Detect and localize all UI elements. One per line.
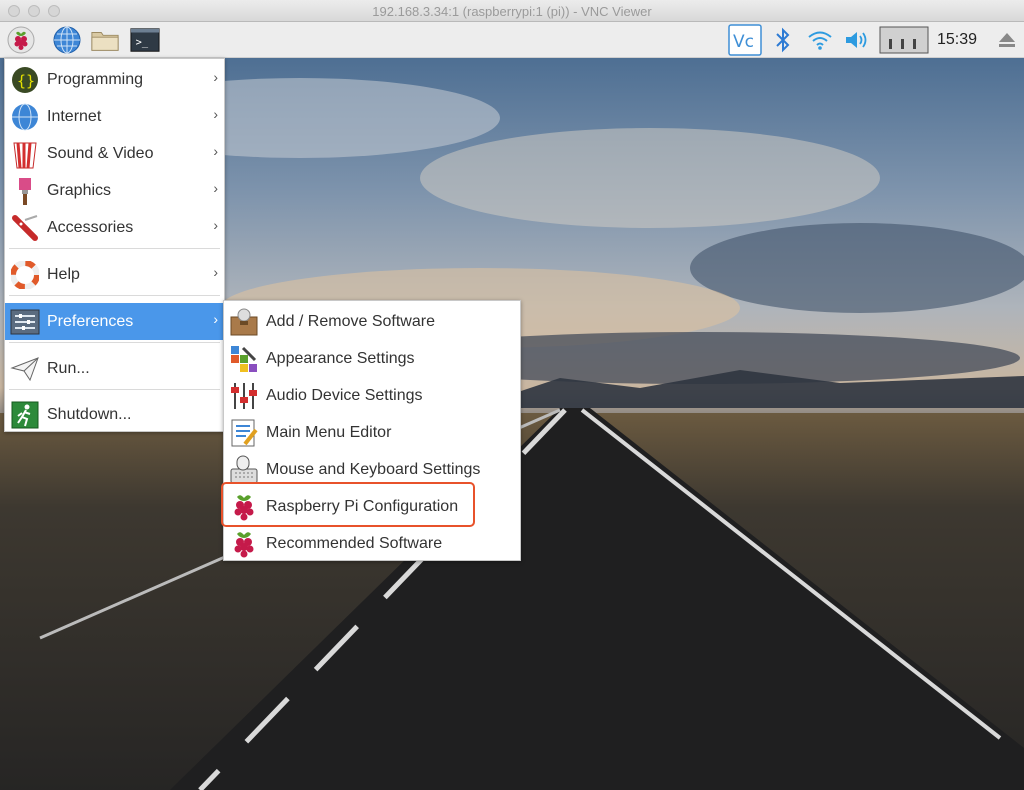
- menu-separator: [9, 389, 220, 390]
- programming-icon: {}: [9, 64, 41, 96]
- chevron-right-icon: ›: [213, 180, 218, 196]
- cpu-monitor[interactable]: [879, 25, 929, 55]
- raspberry-menu-button[interactable]: [6, 25, 36, 55]
- raspberry-icon: [228, 528, 260, 560]
- popcorn-icon: [9, 138, 41, 170]
- menu-item-label: Programming: [47, 70, 144, 88]
- clock[interactable]: 15:39: [937, 31, 977, 49]
- vnc-server-tray[interactable]: Vc: [728, 24, 762, 56]
- menu-item-shutdown[interactable]: Shutdown...: [5, 396, 224, 433]
- annotation-highlight-box: [221, 482, 475, 527]
- bluetooth-icon: [776, 27, 790, 53]
- menu-item-label: Mouse and Keyboard Settings: [266, 460, 481, 478]
- wifi-icon: [808, 31, 832, 50]
- terminal-icon: >_: [130, 28, 160, 52]
- globe-icon: [9, 101, 41, 133]
- bluetooth-tray[interactable]: [768, 25, 798, 55]
- menu-item-label: Graphics: [47, 181, 112, 199]
- paper-plane-icon: [9, 353, 41, 385]
- menu-separator: [9, 248, 220, 249]
- appearance-icon: [228, 343, 260, 375]
- menu-item-label: Accessories: [47, 218, 134, 236]
- folder-icon: [91, 32, 119, 51]
- menu-item-label: Add / Remove Software: [266, 312, 435, 330]
- menu-item-preferences[interactable]: Preferences ›: [5, 303, 224, 340]
- globe-icon: [53, 26, 81, 54]
- menu-separator: [9, 295, 220, 296]
- file-manager-launcher[interactable]: [90, 25, 120, 55]
- menu-item-label: Main Menu Editor: [266, 423, 392, 441]
- menu-item-label: Run...: [47, 359, 90, 377]
- menu-item-label: Help: [47, 265, 80, 283]
- menu-item-label: Shutdown...: [47, 405, 132, 423]
- menu-item-label: Preferences: [47, 312, 134, 330]
- chevron-right-icon: ›: [213, 311, 218, 327]
- chevron-right-icon: ›: [213, 143, 218, 159]
- mixer-icon: [228, 380, 260, 412]
- package-icon: [228, 306, 260, 338]
- terminal-launcher[interactable]: >_: [130, 25, 160, 55]
- svg-text:Vc: Vc: [733, 32, 754, 52]
- menu-item-label: Recommended Software: [266, 534, 443, 552]
- window-titlebar: 192.168.3.34:1 (raspberrypi:1 (pi)) - VN…: [0, 0, 1024, 22]
- chevron-right-icon: ›: [213, 217, 218, 233]
- paintbrush-icon: [9, 175, 41, 207]
- menu-item-main-menu-editor[interactable]: Main Menu Editor: [224, 414, 520, 451]
- svg-text:{}: {}: [17, 72, 35, 90]
- menu-item-label: Appearance Settings: [266, 349, 415, 367]
- menu-item-internet[interactable]: Internet ›: [5, 98, 224, 135]
- svg-text:>_: >_: [136, 37, 149, 49]
- web-browser-launcher[interactable]: [52, 25, 82, 55]
- menu-item-accessories[interactable]: Accessories ›: [5, 209, 224, 246]
- menu-item-add-remove-software[interactable]: Add / Remove Software: [224, 303, 520, 340]
- menu-item-recommended-software[interactable]: Recommended Software: [224, 525, 520, 562]
- chevron-right-icon: ›: [213, 264, 218, 280]
- menu-item-appearance-settings[interactable]: Appearance Settings: [224, 340, 520, 377]
- eject-tray[interactable]: [992, 25, 1022, 55]
- menu-item-label: Internet: [47, 107, 102, 125]
- volume-icon: [846, 32, 867, 48]
- taskbar: >_ Vc 15:39: [0, 22, 1024, 58]
- menu-editor-icon: [228, 417, 260, 449]
- cpu-monitor-icon: [879, 26, 929, 54]
- lifebuoy-icon: [9, 259, 41, 291]
- knife-icon: [9, 212, 41, 244]
- vnc-icon: Vc: [728, 24, 762, 56]
- keyboard-mouse-icon: [228, 454, 260, 486]
- main-menu: {} Programming › Internet › Sound & Vide…: [4, 58, 225, 432]
- wifi-tray[interactable]: [805, 25, 835, 55]
- chevron-right-icon: ›: [213, 69, 218, 85]
- menu-item-audio-device-settings[interactable]: Audio Device Settings: [224, 377, 520, 414]
- menu-separator: [9, 342, 220, 343]
- window-title: 192.168.3.34:1 (raspberrypi:1 (pi)) - VN…: [372, 4, 652, 19]
- menu-item-label: Audio Device Settings: [266, 386, 423, 404]
- exit-icon: [9, 399, 41, 431]
- menu-item-label: Sound & Video: [47, 144, 154, 162]
- preferences-icon: [9, 306, 41, 338]
- eject-icon: [999, 33, 1015, 47]
- volume-tray[interactable]: [842, 25, 872, 55]
- menu-item-run[interactable]: Run...: [5, 350, 224, 387]
- menu-item-sound-video[interactable]: Sound & Video ›: [5, 135, 224, 172]
- chevron-right-icon: ›: [213, 106, 218, 122]
- menu-item-help[interactable]: Help ›: [5, 256, 224, 293]
- menu-item-graphics[interactable]: Graphics ›: [5, 172, 224, 209]
- menu-item-programming[interactable]: {} Programming ›: [5, 61, 224, 98]
- raspberry-icon: [7, 26, 35, 54]
